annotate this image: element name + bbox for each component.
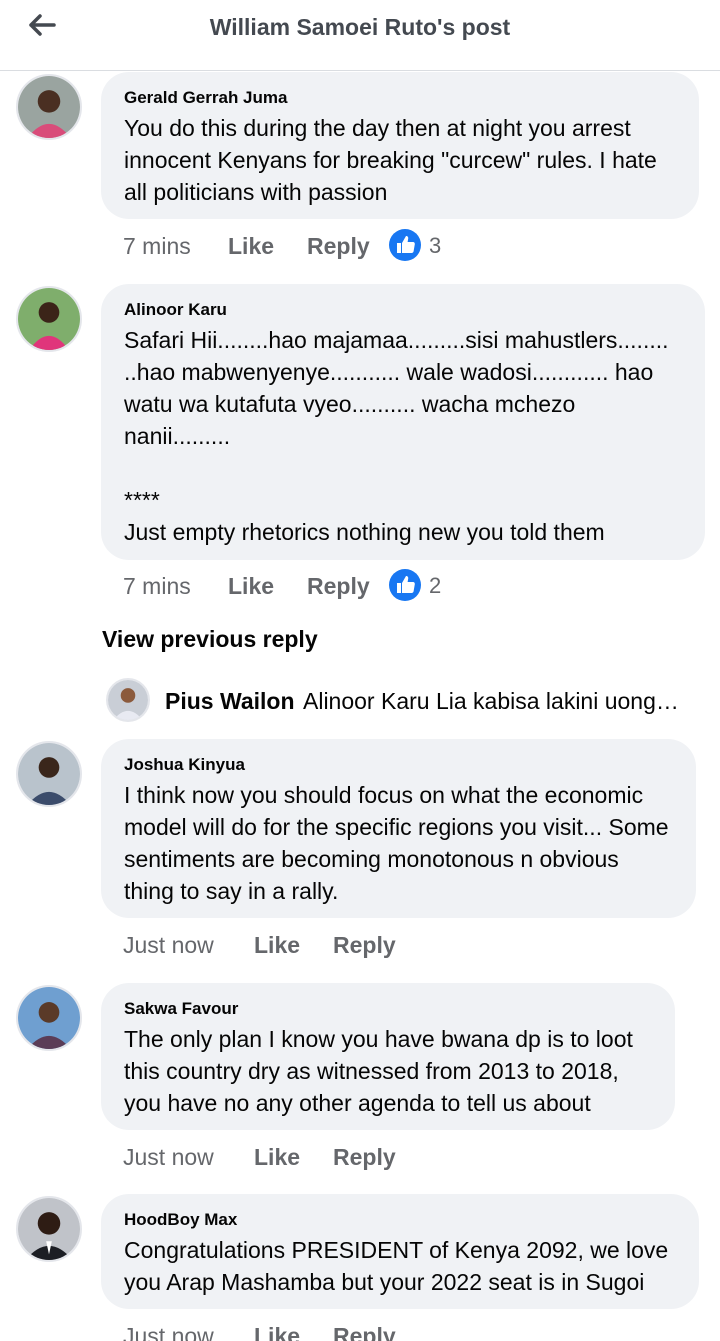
like-button[interactable]: Like: [254, 1323, 300, 1341]
comment-author[interactable]: Joshua Kinyua: [124, 755, 674, 775]
comment-time[interactable]: 7 mins: [123, 573, 191, 600]
like-reaction-icon[interactable]: [389, 229, 421, 261]
view-previous-reply-link[interactable]: View previous reply: [102, 626, 318, 653]
comment-bubble: Joshua Kinyua I think now you should foc…: [101, 739, 696, 918]
comment-bubble: Sakwa Favour The only plan I know you ha…: [101, 983, 675, 1130]
reply-button[interactable]: Reply: [307, 233, 370, 260]
comment-author[interactable]: HoodBoy Max: [124, 1210, 677, 1230]
comment-author[interactable]: Sakwa Favour: [124, 999, 653, 1019]
comment-text: I think now you should focus on what the…: [124, 782, 669, 904]
comment-time[interactable]: Just now: [123, 932, 214, 959]
like-button[interactable]: Like: [254, 1144, 300, 1171]
reply-button[interactable]: Reply: [307, 573, 370, 600]
comment-bubble: HoodBoy Max Congratulations PRESIDENT of…: [101, 1194, 699, 1309]
avatar[interactable]: [16, 985, 82, 1051]
avatar[interactable]: [106, 678, 150, 722]
top-bar: William Samoei Ruto's post: [0, 0, 720, 71]
comment-actions: 7 mins Like Reply 3: [123, 229, 683, 263]
avatar[interactable]: [16, 74, 82, 140]
comment-text: The only plan I know you have bwana dp i…: [124, 1026, 633, 1116]
comment-text: Congratulations PRESIDENT of Kenya 2092,…: [124, 1237, 669, 1295]
comment-time[interactable]: 7 mins: [123, 233, 191, 260]
comment-actions: Just now Like Reply: [123, 932, 683, 962]
avatar[interactable]: [16, 1196, 82, 1262]
avatar[interactable]: [16, 286, 82, 352]
comment-time[interactable]: Just now: [123, 1144, 214, 1171]
reply-button[interactable]: Reply: [333, 1323, 396, 1341]
reply-button[interactable]: Reply: [333, 1144, 396, 1171]
reaction-count[interactable]: 2: [429, 573, 441, 599]
comment-author[interactable]: Alinoor Karu: [124, 300, 683, 320]
comment-actions: Just now Like Reply: [123, 1144, 683, 1174]
like-reaction-icon[interactable]: [389, 569, 421, 601]
comment-bubble: Alinoor Karu Safari Hii........hao majam…: [101, 284, 705, 560]
comment-actions: 7 mins Like Reply 2: [123, 569, 683, 603]
comment-bubble: Gerald Gerrah Juma You do this during th…: [101, 72, 699, 219]
like-button[interactable]: Like: [228, 573, 274, 600]
like-button[interactable]: Like: [228, 233, 274, 260]
comment-author[interactable]: Gerald Gerrah Juma: [124, 88, 677, 108]
post-title: William Samoei Ruto's post: [209, 14, 511, 40]
reply-author[interactable]: Pius Wailon: [165, 688, 295, 715]
comment-time[interactable]: Just now: [123, 1323, 214, 1341]
reply-button[interactable]: Reply: [333, 932, 396, 959]
reply-preview[interactable]: Pius Wailon Alinoor Karu Lia kabisa laki…: [106, 678, 696, 722]
reply-text: Alinoor Karu Lia kabisa lakini uongo mtu…: [303, 688, 679, 714]
comment-actions: Just now Like Reply: [123, 1323, 683, 1341]
like-button[interactable]: Like: [254, 932, 300, 959]
comment-text: You do this during the day then at night…: [124, 115, 657, 205]
avatar[interactable]: [16, 741, 82, 807]
reaction-count[interactable]: 3: [429, 233, 441, 259]
comment-text: Safari Hii........hao majamaa.........si…: [124, 327, 669, 545]
